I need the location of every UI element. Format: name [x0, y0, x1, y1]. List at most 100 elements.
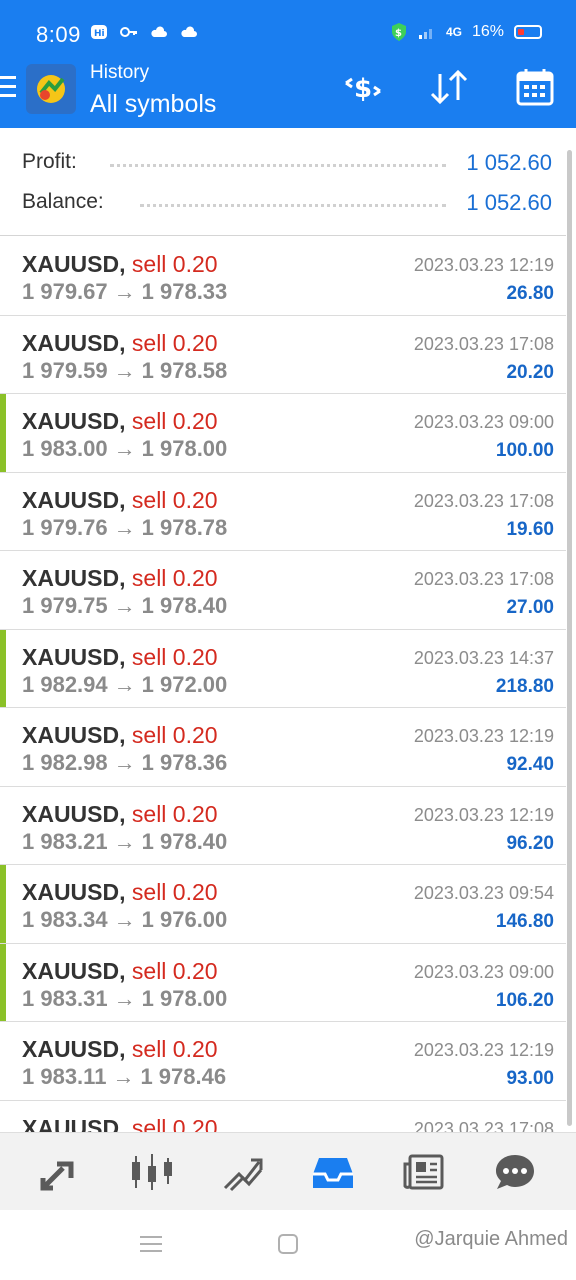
close-price: 1 978.40: [141, 828, 228, 854]
arrow-right-icon: →: [113, 828, 136, 854]
trade-row[interactable]: XAUUSD, sell 0.20 1 983.31 → 1 978.00 2023.0…: [0, 943, 566, 1022]
trade-row[interactable]: XAUUSD, sell 0.20 1 979.67 → 1 978.33 2023.0…: [0, 237, 566, 316]
trade-row[interactable]: XAUUSD, sell 0.20 1 982.94 → 1 972.00 2023.0…: [0, 629, 566, 708]
trade-row[interactable]: XAUUSD, sell 0.20 1 979.75 → 1 978.40 2023.0…: [0, 551, 566, 630]
trade-datetime: 2023.03.23 17:08: [413, 333, 554, 354]
trade-datetime: 2023.03.23 14:37: [413, 647, 554, 668]
key-icon: [120, 27, 137, 37]
symbol-label: XAUUSD,: [22, 565, 126, 591]
symbol-label: XAUUSD,: [22, 408, 126, 434]
trade-side: sell 0.20: [131, 408, 218, 434]
close-price: 1 978.78: [141, 514, 228, 540]
arrow-right-icon: →: [113, 593, 136, 618]
bottom-navigation: [0, 1132, 576, 1210]
trade-datetime: 2023.03.23 17:08: [413, 490, 554, 511]
profit-row: Profit: 1 052.60: [0, 142, 566, 182]
trade-symbol: XAUUSD, sell 0.20: [22, 801, 218, 828]
nav-chat[interactable]: [491, 1148, 539, 1196]
arrow-right-icon: →: [113, 907, 136, 932]
close-price: 1 978.00: [141, 436, 228, 461]
open-price: 1 983.31: [22, 985, 108, 1011]
nav-news[interactable]: [400, 1148, 448, 1196]
close-price: 1 972.00: [141, 671, 228, 697]
symbol-label: XAUUSD,: [22, 1036, 126, 1062]
calendar-button[interactable]: [514, 66, 556, 108]
trade-prices: 1 982.94 → 1 972.00: [22, 672, 227, 698]
battery-icon: [514, 25, 542, 39]
system-navigation: @Jarquie Ahmed: [0, 1210, 576, 1280]
network-type: 4G: [445, 25, 462, 39]
trade-profit: 146.80: [495, 911, 554, 932]
svg-text:$: $: [395, 28, 402, 39]
symbol-label: XAUUSD,: [22, 486, 126, 513]
shield-icon: $: [391, 23, 406, 41]
trade-datetime: 2023.03.23 17:08: [413, 1118, 554, 1133]
trade-side: sell 0.20: [131, 1036, 218, 1062]
trade-datetime: 2023.03.23 17:08: [413, 569, 554, 589]
arrow-right-icon: →: [113, 750, 136, 775]
trade-prices: 1 979.76 → 1 978.78: [22, 515, 227, 541]
trade-row[interactable]: XAUUSD, sell 0.20 1 979.59 → 1 978.58 2023.0…: [0, 315, 566, 394]
open-price: 1 982.94: [22, 671, 108, 697]
trade-prices: 1 983.21 → 1 978.40: [22, 829, 227, 855]
svg-text:Hi: Hi: [94, 29, 105, 39]
trade-datetime: 2023.03.23 09:00: [413, 961, 554, 982]
trade-history-list[interactable]: XAUUSD, sell 0.20 1 979.67 → 1 978.33 2023.0…: [0, 237, 566, 1132]
symbol-label: XAUUSD,: [22, 879, 126, 905]
sort-button[interactable]: [428, 66, 470, 108]
trade-row[interactable]: XAUUSD, sell 0.20 1 983.00 → 1 978.00 2023.0…: [0, 394, 566, 473]
recents-button[interactable]: [140, 1236, 162, 1257]
quotes-icon: [40, 1161, 74, 1190]
nav-chart[interactable]: [128, 1148, 176, 1196]
trade-profit: 26.80: [506, 283, 554, 304]
scrollbar[interactable]: [567, 150, 572, 1126]
trade-row[interactable]: XAUUSD, sell 0.20 2023.03.23 17:08: [0, 1100, 566, 1133]
trade-symbol: XAUUSD, sell 0.20: [22, 958, 218, 985]
trade-symbol: XAUUSD, sell 0.20: [22, 1036, 218, 1063]
deposit-button[interactable]: $: [342, 66, 384, 108]
trade-symbol: XAUUSD, sell 0.20: [22, 1115, 218, 1133]
open-price: 1 983.11: [22, 1064, 107, 1089]
trade-icon: [223, 1158, 263, 1191]
trade-side: sell 0.20: [131, 722, 218, 748]
open-price: 1 983.21: [22, 828, 108, 854]
profit-label: Profit:: [22, 150, 85, 174]
menu-button[interactable]: [0, 76, 16, 102]
metatrader-logo-icon: [37, 75, 65, 103]
arrow-right-icon: →: [113, 985, 136, 1011]
trade-row[interactable]: XAUUSD, sell 0.20 1 982.98 → 1 978.36 2023.0…: [0, 708, 566, 787]
symbol-label: XAUUSD,: [22, 800, 126, 827]
trade-symbol: XAUUSD, sell 0.20: [22, 879, 218, 906]
status-right: $ 4G 16%: [390, 22, 542, 42]
app-root: 8:09 Hi $ 4G 16% History All symbols $ P…: [0, 0, 576, 1280]
trade-prices: 1 983.34 → 1 976.00: [22, 907, 227, 933]
watermark: @Jarquie Ahmed: [414, 1228, 568, 1250]
nav-quotes[interactable]: [37, 1148, 85, 1196]
trade-side: sell 0.20: [131, 957, 218, 984]
trade-side: sell 0.20: [131, 643, 218, 670]
trade-row[interactable]: XAUUSD, sell 0.20 1 983.21 → 1 978.40 2023.0…: [0, 786, 566, 865]
trade-prices: 1 982.98 → 1 978.36: [22, 750, 227, 776]
nav-trade[interactable]: [219, 1148, 267, 1196]
arrow-right-icon: →: [113, 436, 136, 461]
chart-icon: [131, 1153, 172, 1190]
symbol-label: XAUUSD,: [22, 251, 126, 277]
notification-icons: Hi: [90, 24, 198, 40]
trade-side: sell 0.20: [131, 879, 218, 905]
trade-row[interactable]: XAUUSD, sell 0.20 1 979.76 → 1 978.78 2023.0…: [0, 472, 566, 551]
trade-side: sell 0.20: [131, 486, 218, 513]
trade-symbol: XAUUSD, sell 0.20: [22, 408, 218, 435]
history-icon: [313, 1157, 354, 1188]
trade-row[interactable]: XAUUSD, sell 0.20 1 983.11 → 1 978.46 2023.0…: [0, 1022, 566, 1101]
open-price: 1 979.67: [22, 279, 108, 304]
nav-history[interactable]: [309, 1148, 357, 1196]
trade-profit: 20.20: [506, 361, 554, 383]
trade-row[interactable]: XAUUSD, sell 0.20 1 983.34 → 1 976.00 2023.0…: [0, 865, 566, 944]
trade-profit: 100.00: [495, 440, 554, 461]
trade-symbol: XAUUSD, sell 0.20: [22, 251, 218, 278]
balance-label: Balance:: [22, 190, 112, 214]
home-button[interactable]: [278, 1234, 298, 1254]
open-price: 1 979.59: [22, 357, 108, 383]
arrow-right-icon: →: [113, 279, 136, 304]
trade-profit: 96.20: [506, 832, 554, 854]
